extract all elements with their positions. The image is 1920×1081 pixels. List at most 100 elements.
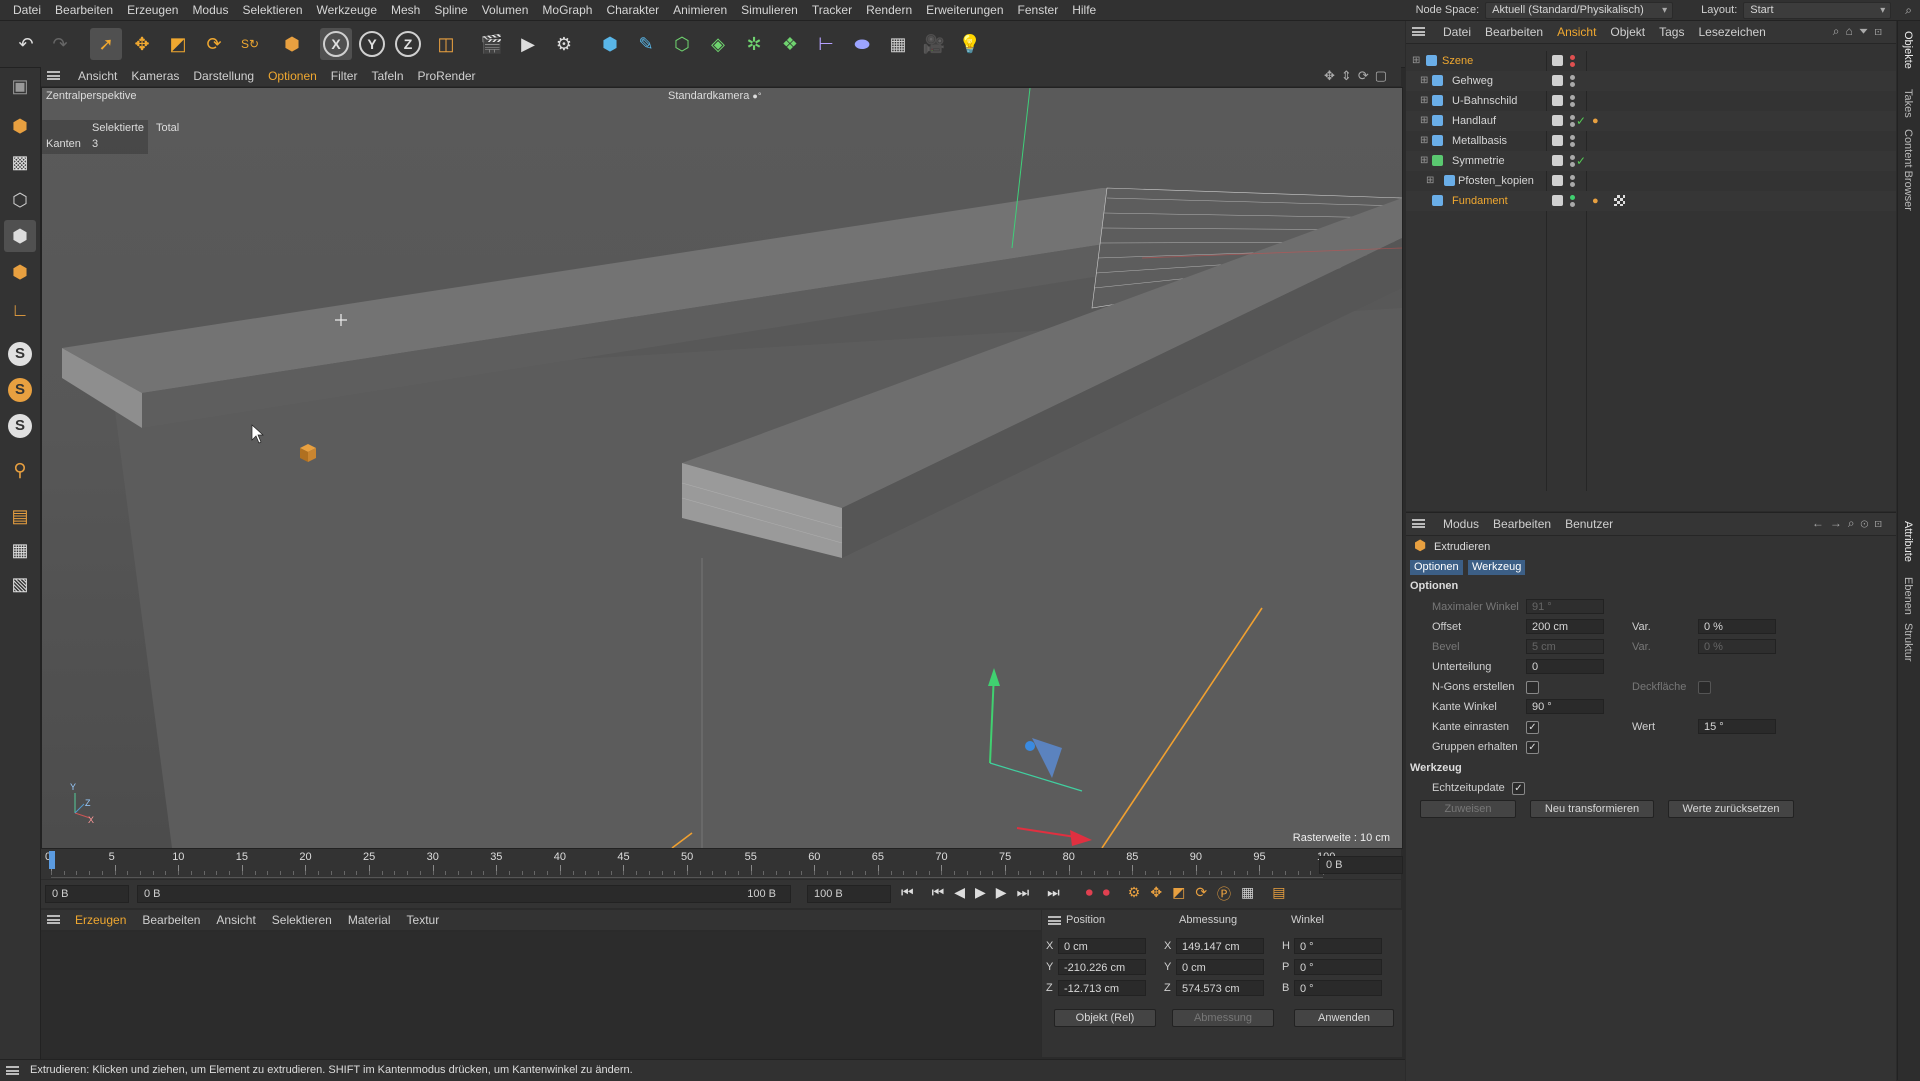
node-space-dropdown[interactable]: Aktuell (Standard/Physikalisch) [1485, 1, 1674, 19]
object-menu-tags[interactable]: Tags [1652, 21, 1691, 43]
render-visibility-dot[interactable] [1570, 62, 1575, 67]
layout-dropdown[interactable]: Start [1743, 1, 1892, 19]
expand-icon[interactable]: ⊞ [1420, 151, 1428, 171]
render-visibility-dot[interactable] [1570, 102, 1575, 107]
render-visibility-dot[interactable] [1570, 202, 1575, 207]
menu-item-charakter[interactable]: Charakter [599, 0, 666, 20]
viewport[interactable]: Y X Z Zentralperspektive Standardkamera … [41, 87, 1403, 849]
editor-visibility-dot[interactable] [1570, 55, 1575, 60]
object-menu-bearbeiten[interactable]: Bearbeiten [1478, 21, 1550, 43]
object-menu-ansicht[interactable]: Ansicht [1550, 21, 1603, 43]
object-mode-icon[interactable]: ⬢ [276, 28, 308, 60]
material-menu-textur[interactable]: Textur [399, 910, 448, 930]
side-tab-content-browser[interactable]: Content Browser [1902, 129, 1914, 211]
prev-frame-icon[interactable]: ◀ [954, 884, 965, 904]
coords-size-mode-dropdown[interactable]: Abmessung [1172, 1009, 1274, 1027]
cloner-icon[interactable]: ✲ [738, 28, 770, 60]
tab-tool[interactable]: Werkzeug [1468, 560, 1526, 575]
attribute-menu-icon[interactable] [1412, 519, 1425, 528]
start-frame-field[interactable]: 0 B [45, 885, 129, 903]
cube-icon[interactable]: ⬢ [594, 28, 626, 60]
magnet-icon[interactable]: ⚲ [4, 454, 36, 486]
expand-icon[interactable]: ⊞ [1420, 91, 1428, 111]
menu-item-volumen[interactable]: Volumen [475, 0, 536, 20]
viewport-nav-icons[interactable]: ✥⇕⟳▢ [1324, 68, 1393, 84]
axis-x-button[interactable]: X [320, 28, 352, 60]
edge-mode-icon[interactable]: ⬢ [4, 220, 36, 252]
pen-icon[interactable]: ✎ [630, 28, 662, 60]
tag-icon[interactable]: ● [1592, 111, 1599, 131]
layer-visibility-icon[interactable] [1552, 175, 1563, 186]
viewport-menu-icon[interactable] [47, 71, 60, 80]
editor-visibility-dot[interactable] [1570, 95, 1575, 100]
snap-icon[interactable]: S [4, 338, 36, 370]
keyframe-selection-icon[interactable]: ⚙ [1128, 884, 1141, 904]
menu-item-selektieren[interactable]: Selektieren [235, 0, 309, 20]
attribute-toolbar-icons[interactable]: ←→⌕⊙⊡ [1812, 516, 1888, 531]
current-frame-field[interactable]: 0 B [1319, 856, 1403, 874]
status-menu-icon[interactable] [6, 1066, 19, 1075]
subdivision-icon[interactable]: ⬡ [666, 28, 698, 60]
undo-icon[interactable]: ↶ [10, 28, 42, 60]
go-to-start-icon[interactable]: ⏮ [901, 884, 914, 904]
reset-values-button[interactable]: Werte zurücksetzen [1668, 800, 1794, 818]
timeline-icon[interactable]: ▤ [1272, 884, 1285, 904]
menu-item-fenster[interactable]: Fenster [1011, 0, 1066, 20]
object-row[interactable]: ⊞ Pfosten_kopien [1406, 171, 1896, 191]
redo-icon[interactable]: ↷ [44, 28, 76, 60]
new-transform-button[interactable]: Neu transformieren [1530, 800, 1654, 818]
coords-size-field[interactable]: 574.573 cm [1176, 980, 1264, 996]
keep-groups-checkbox[interactable]: ✓ [1526, 741, 1539, 754]
coords-position-field[interactable]: -210.226 cm [1058, 959, 1146, 975]
layer-visibility-icon[interactable] [1552, 115, 1563, 126]
coords-rotation-field[interactable]: 0 ° [1294, 938, 1382, 954]
menu-item-mesh[interactable]: Mesh [384, 0, 427, 20]
ngons-checkbox[interactable] [1526, 681, 1539, 694]
viewport-menu-ansicht[interactable]: Ansicht [71, 66, 124, 86]
side-tab-attributes[interactable]: Attribute [1902, 521, 1914, 562]
render-visibility-dot[interactable] [1570, 142, 1575, 147]
viewport-menu-darstellung[interactable]: Darstellung [186, 66, 261, 86]
render-settings-icon[interactable]: ⚙ [548, 28, 580, 60]
texture-mode-icon[interactable]: ▩ [4, 146, 36, 178]
axis-z-button[interactable]: Z [392, 28, 424, 60]
material-menu-ansicht[interactable]: Ansicht [208, 910, 263, 930]
record-icon[interactable]: ⏺ [1086, 884, 1093, 904]
texture-tag-icon[interactable] [1614, 195, 1625, 206]
timeline[interactable]: 0510152025303540455055606570758085909510… [41, 849, 1403, 879]
menu-item-animieren[interactable]: Animieren [666, 0, 734, 20]
play-icon[interactable]: ▶ [975, 884, 986, 904]
expand-icon[interactable]: ⊞ [1420, 131, 1428, 151]
var1-field[interactable]: 0 % [1698, 619, 1776, 634]
snap-mode-icon[interactable]: S [4, 410, 36, 442]
coordinate-system-icon[interactable]: ◫ [430, 28, 462, 60]
object-menu-objekt[interactable]: Objekt [1603, 21, 1652, 43]
layer-visibility-icon[interactable] [1552, 75, 1563, 86]
field-icon[interactable]: ⬬ [846, 28, 878, 60]
material-menu-selektieren[interactable]: Selektieren [264, 910, 340, 930]
material-area[interactable] [41, 932, 1041, 1057]
timeline-ruler[interactable]: 0510152025303540455055606570758085909510… [45, 851, 1335, 878]
light-icon[interactable]: 💡 [954, 28, 986, 60]
recent-tools-icon[interactable]: S↻ [234, 28, 266, 60]
menu-item-datei[interactable]: Datei [6, 0, 48, 20]
render-visibility-dot[interactable] [1570, 122, 1575, 127]
layer-visibility-icon[interactable] [1552, 95, 1563, 106]
object-toolbar-icons[interactable]: ⌕⌂⏷⊡ [1833, 24, 1888, 39]
object-row[interactable]: ⊞ U-Bahnschild [1406, 91, 1896, 111]
object-row[interactable]: ⊞ Symmetrie ✓ [1406, 151, 1896, 171]
object-menu-datei[interactable]: Datei [1436, 21, 1478, 43]
menu-item-spline[interactable]: Spline [427, 0, 474, 20]
edge-snap-checkbox[interactable]: ✓ [1526, 721, 1539, 734]
scale-icon[interactable]: ◩ [162, 28, 194, 60]
menu-item-rendern[interactable]: Rendern [859, 0, 919, 20]
next-frame-icon[interactable]: ▶ [996, 884, 1007, 904]
offset-field[interactable]: 200 cm [1526, 619, 1604, 634]
viewport-menu-tafeln[interactable]: Tafeln [364, 66, 410, 86]
key-pla-icon[interactable]: ▦ [1241, 884, 1254, 904]
menu-item-tracker[interactable]: Tracker [805, 0, 859, 20]
key-rotation-icon[interactable]: ⟳ [1195, 884, 1207, 904]
autokey-icon[interactable]: ⏺ [1103, 884, 1110, 904]
material-menu-erzeugen[interactable]: Erzeugen [67, 910, 134, 930]
model-mode-icon[interactable]: ⬢ [4, 110, 36, 142]
